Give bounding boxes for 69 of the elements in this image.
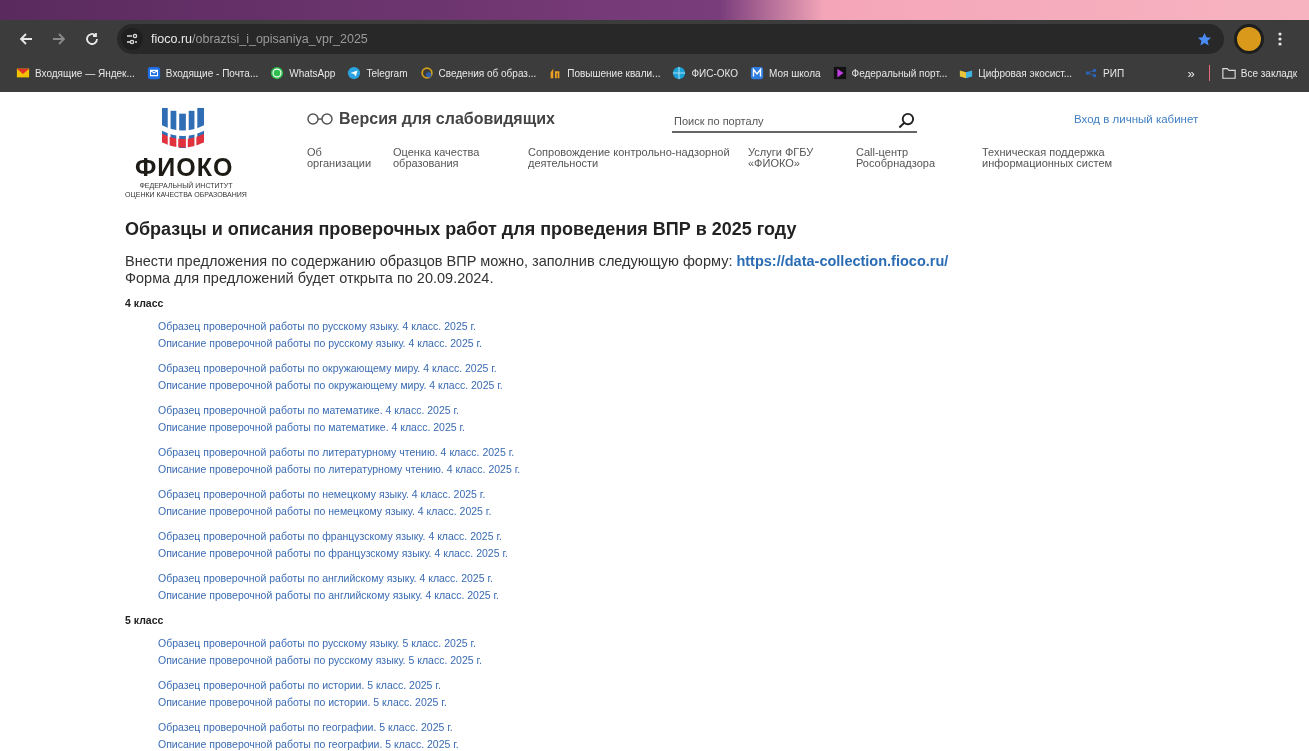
document-link[interactable]: Описание проверочной работы по окружающему миру. 4 класс. 2025 г. <box>158 377 503 394</box>
grade-heading: 5 класс <box>125 613 165 627</box>
document-link[interactable]: Образец проверочной работы по французскому языку. 4 класс. 2025 г. <box>158 528 502 545</box>
envelope-icon <box>16 66 30 80</box>
document-link[interactable]: Описание проверочной работы по немецкому языку. 4 класс. 2025 г. <box>158 503 492 520</box>
form-link[interactable]: https://data-collection.fioco.ru/ <box>736 253 949 269</box>
bookmark-item[interactable]: Сведения об образ... <box>419 66 537 80</box>
document-link[interactable]: Образец проверочной работы по русскому языку. 4 класс. 2025 г. <box>158 318 476 335</box>
folder-icon <box>1221 66 1236 80</box>
document-link[interactable]: Описание проверочной работы по литературному чтению. 4 класс. 2025 г. <box>158 461 521 478</box>
search-icon[interactable] <box>898 112 915 129</box>
address-bar[interactable]: fioco.ru/obraztsi_i_opisaniya_vpr_2025 <box>117 24 1224 54</box>
document-link[interactable]: Описание проверочной работы по французскому языку. 4 класс. 2025 г. <box>158 545 508 562</box>
nav-link[interactable]: Об организации <box>307 147 393 169</box>
bookmark-item[interactable]: Входящие — Яндек... <box>16 66 135 80</box>
document-link[interactable]: Образец проверочной работы по немецкому языку. 4 класс. 2025 г. <box>158 486 486 503</box>
nav-link[interactable]: Сопровождение контрольно-надзорной деятельности <box>528 147 748 169</box>
paper-plane-icon <box>347 66 362 80</box>
form-deadline-text: Форма для предложений будет открыта по 20.09.2024. <box>125 270 495 287</box>
site-settings-icon[interactable] <box>121 28 143 50</box>
document-link[interactable]: Образец проверочной работы по истории. 5 класс. 2025 г. <box>158 677 441 694</box>
document-link[interactable]: Описание проверочной работы по английскому языку. 4 класс. 2025 г. <box>158 587 499 604</box>
logo-wordmark: ФИОКО <box>135 153 234 181</box>
document-link[interactable]: Описание проверочной работы по математике. 4 класс. 2025 г. <box>158 419 465 436</box>
bookmark-item[interactable]: WhatsApp <box>270 66 336 80</box>
nav-link[interactable]: Оценка качества образования <box>393 147 528 169</box>
document-link[interactable]: Образец проверочной работы по русскому языку. 5 класс. 2025 г. <box>158 635 476 652</box>
more-bookmarks-button[interactable]: » <box>1187 65 1195 81</box>
document-link[interactable]: Описание проверочной работы по географии. 5 класс. 2025 г. <box>158 736 459 751</box>
bookmark-item[interactable]: ФИС-ОКО <box>672 66 739 80</box>
document-link[interactable]: Образец проверочной работы по окружающему миру. 4 класс. 2025 г. <box>158 360 497 377</box>
document-link[interactable]: Образец проверочной работы по литературному чтению. 4 класс. 2025 г. <box>158 444 515 461</box>
nav-link[interactable]: Услуги ФГБУ «ФИОКО» <box>748 147 856 169</box>
star-icon[interactable] <box>1197 31 1212 47</box>
search-field[interactable]: Поиск по порталу <box>672 111 917 133</box>
page-title: Образцы и описания проверочных работ для проведения ВПР в 2025 году <box>125 218 798 240</box>
nav-link[interactable]: Техническая поддержка информационных систем <box>982 147 1113 169</box>
nav-link[interactable]: Call-центр Рособрнадзора <box>856 147 982 169</box>
bookmark-item[interactable]: Цифровая экосист... <box>959 66 1073 80</box>
ring-icon <box>419 66 434 80</box>
document-link[interactable]: Образец проверочной работы по английскому языку. 4 класс. 2025 г. <box>158 570 493 587</box>
back-arrow-icon[interactable] <box>18 31 34 47</box>
bookmark-item[interactable]: Повышение квали... <box>548 66 661 80</box>
bookmark-item[interactable]: Федеральный порт... <box>832 66 948 80</box>
letter-m-icon <box>750 66 765 80</box>
document-link[interactable]: Образец проверочной работы по географии. 5 класс. 2025 г. <box>158 719 453 736</box>
bookmark-item[interactable]: Моя школа <box>750 66 821 80</box>
forward-arrow-icon[interactable] <box>51 31 67 47</box>
bookmark-item[interactable]: Telegram <box>347 66 408 80</box>
grade-heading: 4 класс <box>125 296 165 310</box>
all-bookmarks-folder[interactable]: Все закладк <box>1221 66 1297 80</box>
envelope-icon <box>146 66 161 80</box>
globe-icon <box>672 66 687 80</box>
document-link[interactable]: Образец проверочной работы по математике. 4 класс. 2025 г. <box>158 402 459 419</box>
bookmark-item[interactable]: Входящие - Почта... <box>146 66 259 80</box>
glasses-icon <box>307 113 333 125</box>
accessibility-link[interactable]: Версия для слабовидящих <box>307 110 672 128</box>
profile-avatar[interactable] <box>1234 24 1264 54</box>
menu-icon[interactable] <box>1278 31 1282 47</box>
bookmark-item[interactable]: РИП <box>1084 66 1125 80</box>
network-icon <box>1084 66 1099 80</box>
reload-icon[interactable] <box>84 31 100 47</box>
url-text: fioco.ru/obraztsi_i_opisaniya_vpr_2025 <box>151 32 368 46</box>
document-link[interactable]: Описание проверочной работы по русскому языку. 5 класс. 2025 г. <box>158 652 482 669</box>
login-link[interactable]: Вход в личный кабинет <box>1074 113 1199 125</box>
logo-bars-icon <box>160 107 206 149</box>
document-link[interactable]: Описание проверочной работы по русскому языку. 4 класс. 2025 г. <box>158 335 482 352</box>
intro-text: Внести предложения по содержанию образцов ВПР можно, заполнив следующую форму: https://data-collection.fioco.ru/ <box>125 253 950 270</box>
document-link[interactable]: Описание проверочной работы по истории. 5 класс. 2025 г. <box>158 694 447 711</box>
